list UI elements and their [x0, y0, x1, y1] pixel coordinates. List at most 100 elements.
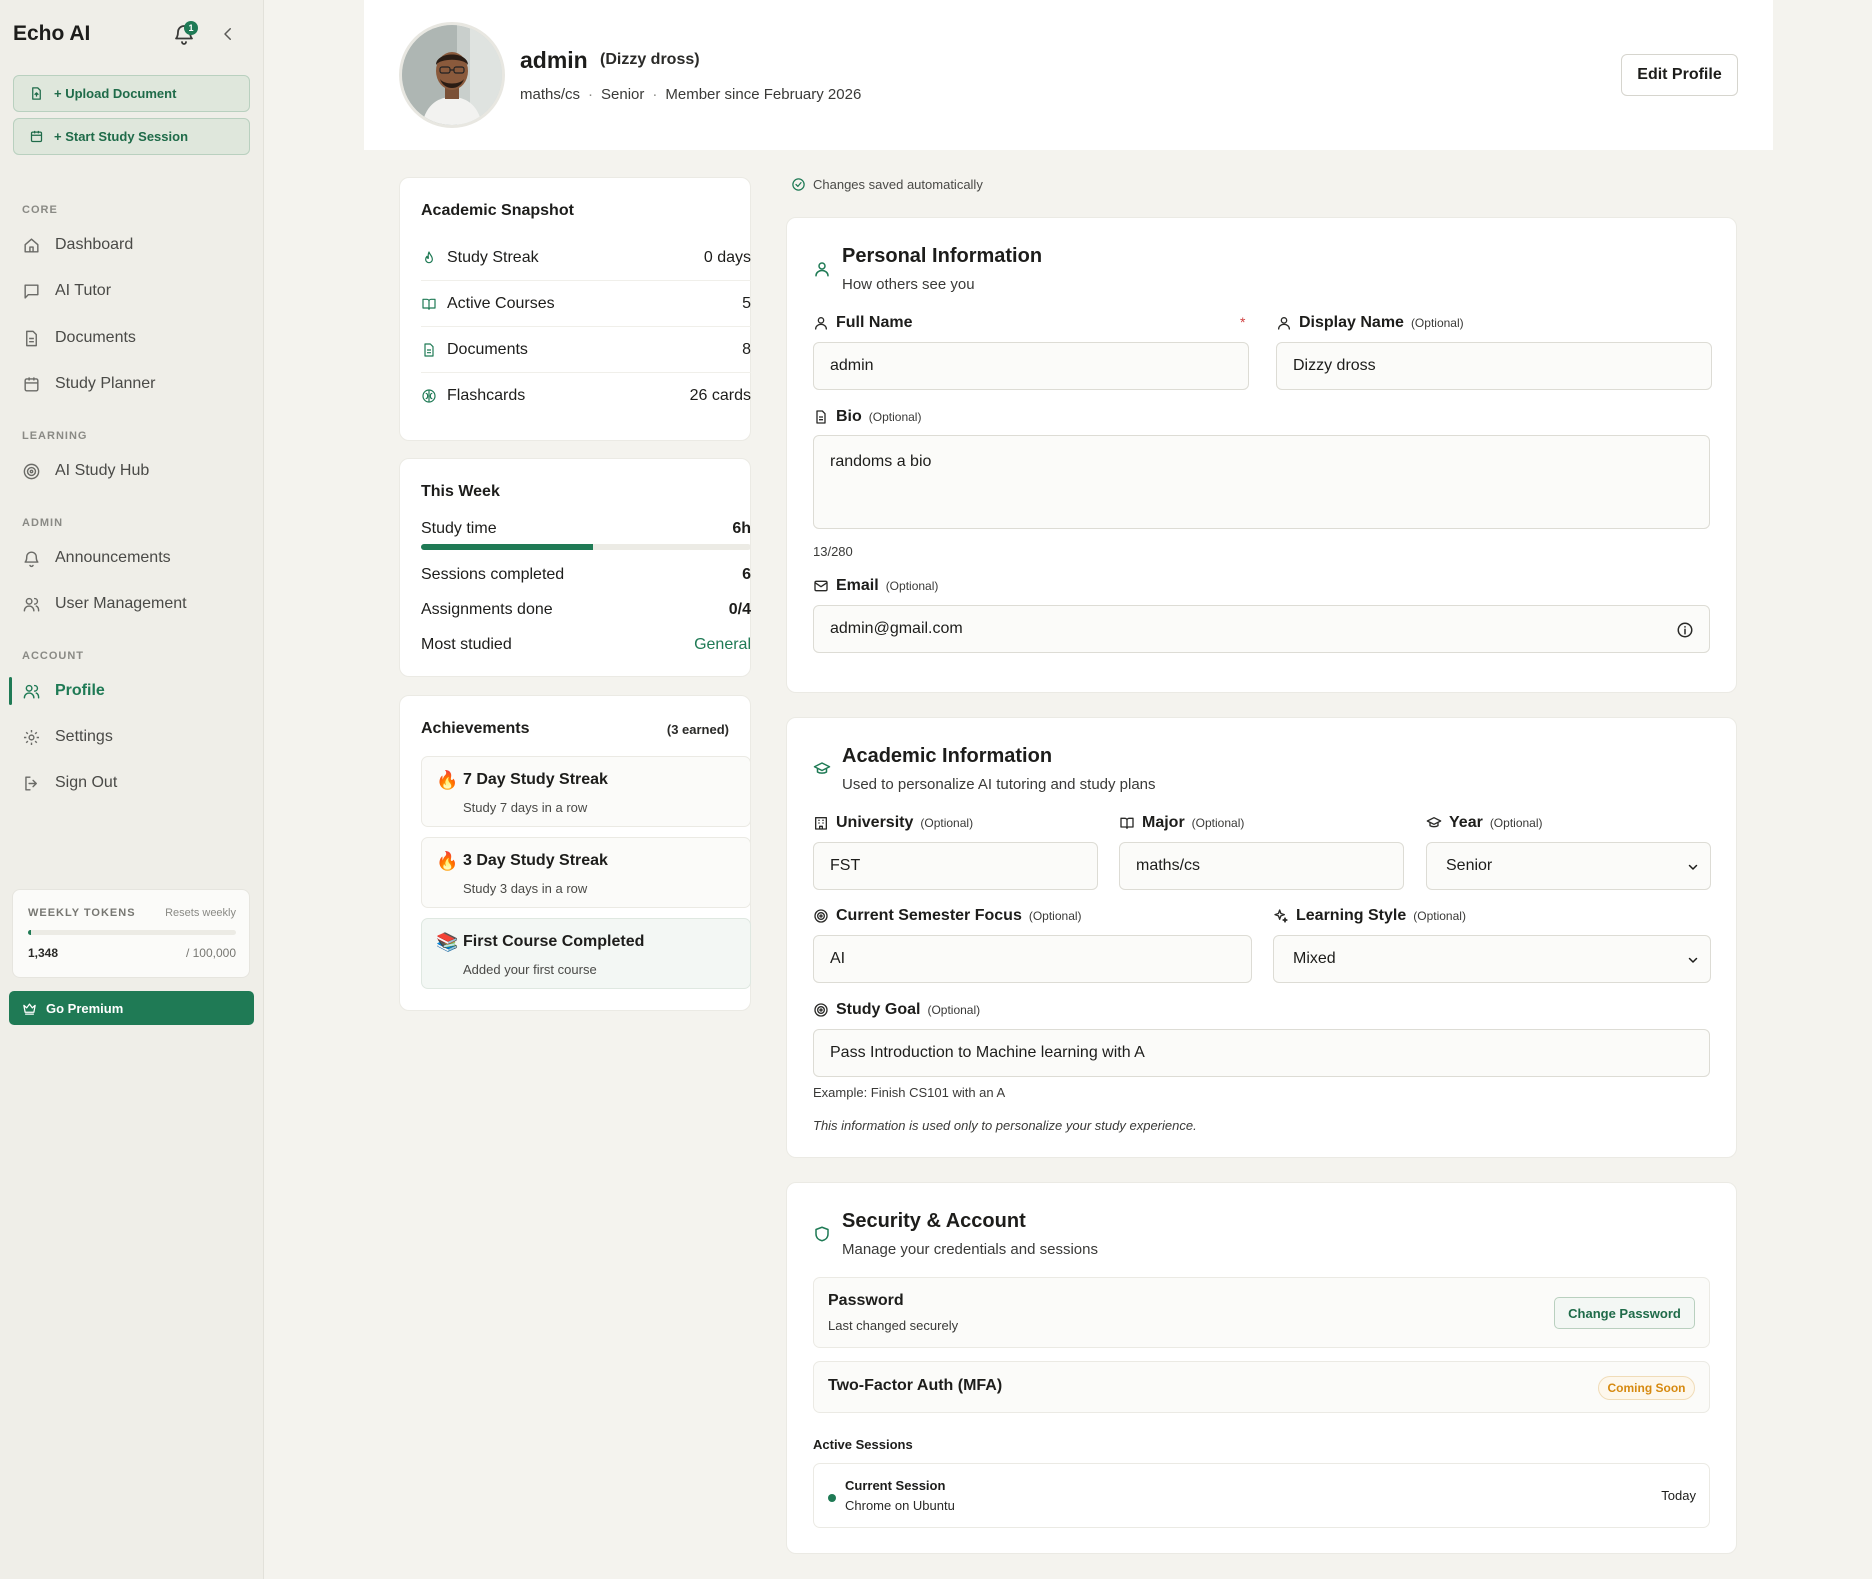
user-icon — [813, 260, 831, 278]
security-title: Security & Account — [842, 1210, 1026, 1232]
session-device: Chrome on Ubuntu — [845, 1498, 955, 1513]
password-label: Password — [828, 1292, 904, 1309]
bio-label: Bio (Optional) — [813, 408, 921, 426]
go-premium-button[interactable]: Go Premium — [9, 991, 254, 1025]
study-goal-hint: Example: Finish CS101 with an A — [813, 1085, 1006, 1100]
section-label-core: CORE — [22, 204, 58, 216]
university-label-text: University — [836, 814, 914, 831]
study-goal-label-text: Study Goal — [836, 1001, 921, 1018]
sidebar-item-announcements[interactable]: Announcements — [9, 540, 254, 576]
snapshot-label: Documents — [447, 340, 528, 358]
achievement-title: 7 Day Study Streak — [463, 771, 608, 788]
book-open-icon — [1119, 815, 1135, 831]
week-value: 0/4 — [728, 601, 751, 618]
learning-style-label-text: Learning Style — [1296, 907, 1407, 924]
optional-tag: (Optional) — [927, 1003, 981, 1017]
study-goal-label: Study Goal (Optional) — [813, 1001, 980, 1019]
learning-style-select[interactable]: Mixed — [1273, 935, 1711, 983]
autosave-text: Changes saved automatically — [813, 177, 983, 192]
sidebar-item-profile[interactable]: Profile — [9, 673, 254, 709]
week-row-most-studied: Most studied General — [421, 636, 751, 654]
achievement-item: 🔥 3 Day Study Streak Study 3 days in a r… — [421, 837, 751, 908]
semester-focus-input[interactable]: AI — [813, 935, 1252, 983]
profile-meta: maths/cs · Senior · Member since Februar… — [520, 86, 861, 103]
document-icon — [813, 409, 829, 425]
university-input[interactable]: FST — [813, 842, 1098, 890]
week-value: General — [694, 636, 751, 653]
sidebar-item-label: Sign Out — [55, 774, 118, 791]
sidebar-item-label: Documents — [55, 329, 136, 346]
upload-document-label: + Upload Document — [54, 86, 177, 101]
target-icon — [22, 462, 41, 481]
meta-separator: · — [652, 86, 658, 103]
full-name-label-text: Full Name — [836, 314, 913, 331]
section-label-account: ACCOUNT — [22, 650, 84, 662]
year-label-text: Year — [1449, 814, 1483, 831]
user-icon — [1276, 315, 1292, 331]
profile-name: admin — [520, 47, 588, 73]
email-value: admin@gmail.com — [830, 620, 963, 637]
personal-title: Personal Information — [842, 245, 1043, 267]
sidebar-item-dashboard[interactable]: Dashboard — [9, 227, 254, 263]
users-icon — [22, 595, 41, 614]
year-selected-value: Senior — [1446, 857, 1493, 874]
full-name-input[interactable]: admin — [813, 342, 1249, 390]
section-label-admin: ADMIN — [22, 517, 64, 529]
optional-tag: (Optional) — [1410, 316, 1464, 330]
optional-tag: (Optional) — [1413, 909, 1466, 923]
security-account-panel: Security & Account Manage your credentia… — [786, 1182, 1737, 1554]
tokens-progress-track — [28, 930, 236, 935]
sidebar-item-sign-out[interactable]: Sign Out — [9, 765, 254, 801]
books-icon: 📚 — [436, 932, 459, 952]
edit-profile-button[interactable]: Edit Profile — [1621, 54, 1738, 96]
sidebar-item-study-planner[interactable]: Study Planner — [9, 366, 254, 402]
start-study-session-button[interactable]: + Start Study Session — [13, 118, 250, 155]
sidebar-item-settings[interactable]: Settings — [9, 719, 254, 755]
sidebar-item-ai-study-hub[interactable]: AI Study Hub — [9, 453, 254, 489]
optional-tag: (Optional) — [885, 579, 939, 593]
week-label: Sessions completed — [421, 566, 565, 583]
year-select[interactable]: Senior — [1426, 842, 1711, 890]
snapshot-label: Flashcards — [447, 387, 526, 404]
security-subtitle: Manage your credentials and sessions — [842, 1241, 1098, 1258]
graduation-cap-icon — [1426, 815, 1442, 831]
achievement-title: First Course Completed — [463, 933, 645, 950]
week-row-sessions: Sessions completed 6 — [421, 566, 751, 584]
flame-icon — [421, 250, 447, 266]
academic-title: Academic Information — [842, 745, 1053, 767]
sidebar-item-label: Profile — [55, 682, 105, 699]
tokens-reset-note: Resets weekly — [165, 907, 236, 919]
sidebar-item-user-management[interactable]: User Management — [9, 586, 254, 622]
sidebar-item-ai-tutor[interactable]: AI Tutor — [9, 273, 254, 309]
session-row: Current Session Chrome on Ubuntu Today — [813, 1463, 1710, 1528]
info-icon[interactable] — [1676, 621, 1694, 639]
personal-subtitle: How others see you — [842, 276, 975, 293]
change-password-button[interactable]: Change Password — [1554, 1297, 1695, 1329]
major-input[interactable]: maths/cs — [1119, 842, 1404, 890]
email-input[interactable]: admin@gmail.com — [813, 605, 1710, 653]
graduation-cap-icon — [813, 760, 831, 778]
mfa-row: Two-Factor Auth (MFA) Coming Soon — [813, 1361, 1710, 1413]
study-goal-input[interactable]: Pass Introduction to Machine learning wi… — [813, 1029, 1710, 1077]
display-name-input[interactable]: Dizzy dross — [1276, 342, 1712, 390]
snapshot-row-documents: Documents 8 — [421, 327, 751, 373]
weekly-tokens-card: WEEKLY TOKENS Resets weekly 1,348 / 100,… — [12, 889, 250, 978]
sidebar-item-label: AI Tutor — [55, 282, 112, 299]
snapshot-row-flashcards: Flashcards 26 cards — [421, 373, 751, 419]
password-row: Password Last changed securely Change Pa… — [813, 1277, 1710, 1348]
mfa-label: Two-Factor Auth (MFA) — [828, 1377, 1003, 1394]
collapse-sidebar-chevron-icon[interactable] — [219, 25, 237, 43]
sidebar-item-label: Announcements — [55, 549, 171, 566]
upload-document-button[interactable]: + Upload Document — [13, 75, 250, 112]
check-circle-icon — [791, 177, 806, 192]
achievement-item: 📚 First Course Completed Added your firs… — [421, 918, 751, 989]
sidebar-item-documents[interactable]: Documents — [9, 320, 254, 356]
bio-textarea[interactable]: randoms a bio — [813, 435, 1710, 529]
achievements-count: (3 earned) — [666, 722, 729, 737]
week-row-study-time: Study time 6h — [421, 520, 751, 538]
year-label: Year (Optional) — [1426, 814, 1543, 832]
semester-focus-label-text: Current Semester Focus — [836, 907, 1022, 924]
week-value: 6h — [732, 520, 751, 537]
semester-focus-label: Current Semester Focus (Optional) — [813, 907, 1082, 925]
achievement-title: 3 Day Study Streak — [463, 852, 608, 869]
